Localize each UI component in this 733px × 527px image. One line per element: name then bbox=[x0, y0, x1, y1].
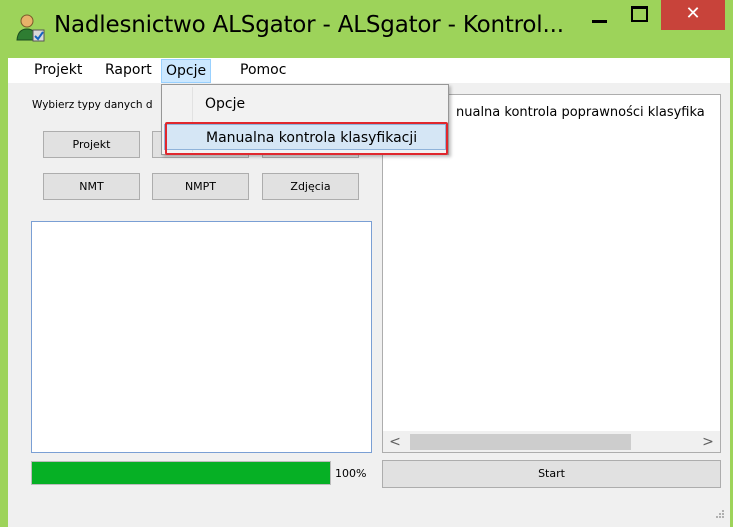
projekt-button[interactable]: Projekt bbox=[43, 131, 140, 158]
menu-item-opcje[interactable]: Opcje bbox=[164, 91, 446, 117]
title-bar[interactable]: Nadlesnictwo ALSgator - ALSgator - Kontr… bbox=[0, 0, 733, 58]
app-person-icon bbox=[16, 14, 45, 42]
menu-raport[interactable]: Raport bbox=[100, 58, 157, 83]
data-type-prompt: Wybierz typy danych d bbox=[32, 99, 153, 111]
progress-bar bbox=[31, 461, 331, 485]
close-icon: ✕ bbox=[685, 3, 701, 24]
zdjecia-button[interactable]: Zdjęcia bbox=[262, 173, 359, 200]
horizontal-scrollbar[interactable]: < > bbox=[383, 431, 720, 452]
menu-pomoc[interactable]: Pomoc bbox=[235, 58, 291, 83]
minimize-button[interactable] bbox=[583, 0, 615, 34]
data-listbox[interactable] bbox=[31, 221, 372, 453]
scroll-left-arrow-icon[interactable]: < bbox=[385, 432, 405, 452]
window-title: Nadlesnictwo ALSgator - ALSgator - Kontr… bbox=[54, 12, 564, 38]
maximize-button[interactable] bbox=[623, 0, 655, 34]
window-border-left bbox=[0, 58, 8, 527]
resize-grip-icon[interactable] bbox=[713, 507, 725, 519]
nmt-button[interactable]: NMT bbox=[43, 173, 140, 200]
app-window: Nadlesnictwo ALSgator - ALSgator - Kontr… bbox=[0, 0, 733, 527]
menu-opcje[interactable]: Opcje bbox=[161, 59, 212, 83]
scroll-right-arrow-icon[interactable]: > bbox=[698, 432, 718, 452]
maximize-icon bbox=[631, 6, 648, 22]
minimize-icon bbox=[592, 20, 607, 23]
progress-fill bbox=[32, 462, 330, 484]
progress-percent-label: 100% bbox=[335, 467, 367, 480]
log-text: nualna kontrola poprawności klasyfika bbox=[456, 105, 705, 120]
menu-bar: Projekt Raport Opcje Pomoc bbox=[8, 58, 730, 83]
highlight-annotation bbox=[165, 122, 448, 155]
close-button[interactable]: ✕ bbox=[661, 0, 725, 30]
menu-projekt[interactable]: Projekt bbox=[29, 58, 87, 83]
start-button[interactable]: Start bbox=[382, 460, 721, 488]
scrollbar-thumb[interactable] bbox=[410, 434, 631, 450]
nmpt-button[interactable]: NMPT bbox=[152, 173, 249, 200]
menu-item-opcje-label: Opcje bbox=[205, 96, 246, 112]
